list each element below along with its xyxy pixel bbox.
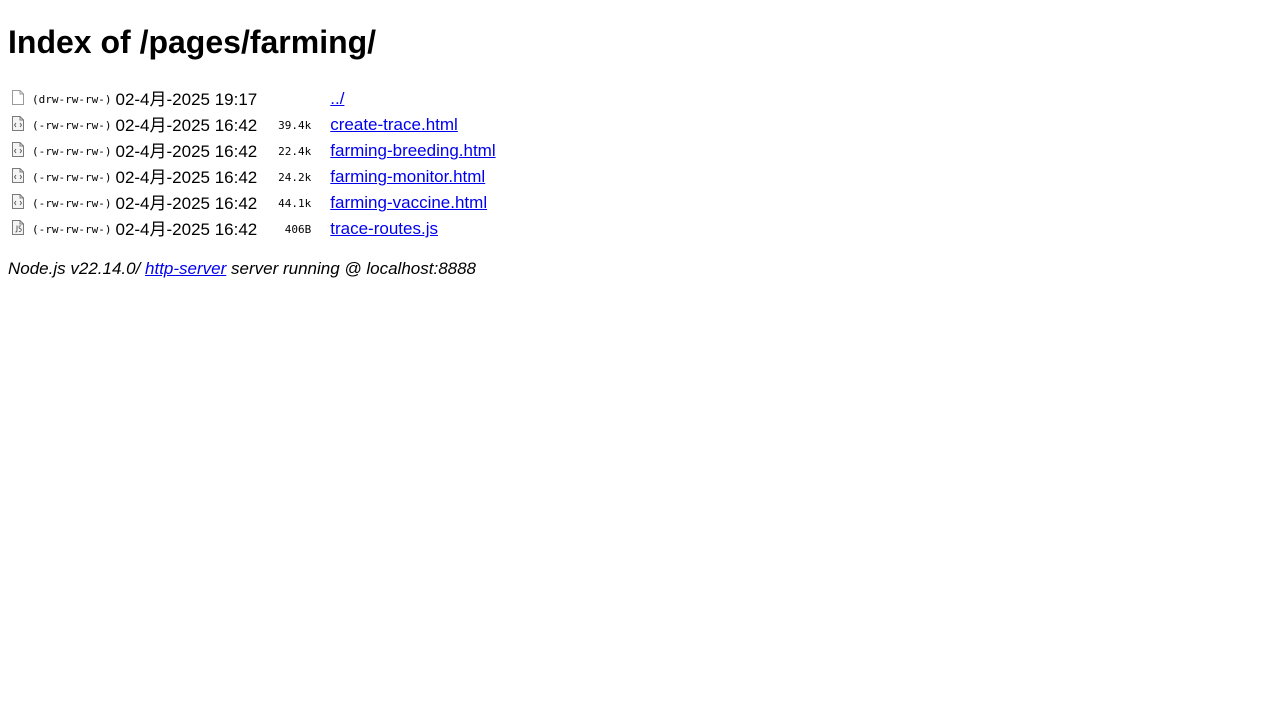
permissions: (-rw-rw-rw-)	[32, 196, 112, 210]
html-file-icon	[12, 167, 24, 183]
file-size: 24.2k	[278, 170, 312, 184]
file-link[interactable]: farming-breeding.html	[330, 141, 495, 160]
html-file-icon	[12, 193, 24, 209]
modified-date: 02-4月-2025 16:42	[115, 167, 258, 187]
table-row: (-rw-rw-rw-) 02-4月-2025 16:42 24.2k farm…	[8, 164, 496, 190]
table-row: (drw-rw-rw-) 02-4月-2025 19:17 ../	[8, 86, 496, 112]
modified-date: 02-4月-2025 16:42	[115, 115, 258, 135]
file-size	[276, 86, 330, 112]
table-row: (-rw-rw-rw-) 02-4月-2025 16:42 39.4k crea…	[8, 112, 496, 138]
directory-listing-page: Index of /pages/farming/ (drw-rw-rw-) 02…	[0, 0, 1280, 720]
js-file-icon	[12, 219, 24, 235]
modified-date: 02-4月-2025 16:42	[115, 219, 258, 239]
permissions: (-rw-rw-rw-)	[32, 144, 112, 158]
folder-icon	[12, 89, 24, 105]
permissions: (-rw-rw-rw-)	[32, 170, 112, 184]
modified-date: 02-4月-2025 19:17	[115, 89, 258, 109]
modified-date: 02-4月-2025 16:42	[115, 141, 258, 161]
permissions: (-rw-rw-rw-)	[32, 222, 112, 236]
page-title: Index of /pages/farming/	[8, 24, 377, 60]
table-row: (-rw-rw-rw-) 02-4月-2025 16:42 406B trace…	[8, 216, 496, 242]
file-link[interactable]: trace-routes.js	[330, 219, 438, 238]
footer-suffix: server running @ localhost:8888	[226, 259, 477, 278]
html-file-icon	[12, 115, 24, 131]
file-link[interactable]: farming-vaccine.html	[330, 193, 487, 212]
file-size: 406B	[284, 222, 312, 236]
permissions: (drw-rw-rw-)	[32, 92, 112, 106]
table-row: (-rw-rw-rw-) 02-4月-2025 16:42 22.4k farm…	[8, 138, 496, 164]
http-server-link[interactable]: http-server	[145, 259, 226, 278]
html-file-icon	[12, 141, 24, 157]
table-row: (-rw-rw-rw-) 02-4月-2025 16:42 44.1k farm…	[8, 190, 496, 216]
file-size: 39.4k	[278, 118, 312, 132]
file-listing-table: (drw-rw-rw-) 02-4月-2025 19:17 ../ (-rw-r…	[8, 86, 496, 242]
file-size: 22.4k	[278, 144, 312, 158]
file-link[interactable]: create-trace.html	[330, 115, 458, 134]
modified-date: 02-4月-2025 16:42	[115, 193, 258, 213]
server-footer: Node.js v22.14.0/ http-server server run…	[8, 257, 476, 281]
permissions: (-rw-rw-rw-)	[32, 118, 112, 132]
footer-prefix: Node.js v22.14.0/	[8, 259, 146, 278]
parent-directory-link[interactable]: ../	[330, 89, 344, 108]
file-size: 44.1k	[278, 196, 312, 210]
file-link[interactable]: farming-monitor.html	[330, 167, 485, 186]
